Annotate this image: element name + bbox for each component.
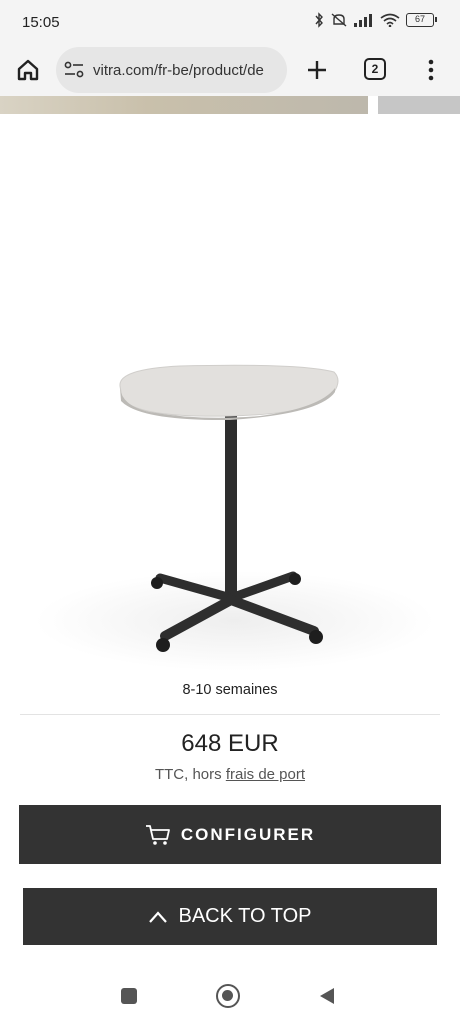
back-to-top-button[interactable]: BACK TO TOP (23, 888, 437, 945)
tab-switcher-button[interactable]: 2 (364, 58, 386, 80)
tax-note-text: TTC, hors (154, 766, 222, 783)
carousel-image-next[interactable] (378, 96, 460, 114)
bluetooth-icon (315, 12, 323, 28)
configure-label: CONFIGURER (180, 824, 316, 844)
more-options-icon[interactable] (424, 56, 438, 84)
status-bar: 15:05 67 (0, 0, 460, 44)
divider (20, 714, 440, 715)
image-carousel-strip[interactable] (0, 96, 460, 116)
browser-toolbar: vitra.com/fr-be/product/de 2 (0, 44, 460, 96)
site-settings-icon[interactable] (64, 61, 84, 79)
chevron-up-icon (149, 910, 168, 923)
cart-icon (145, 824, 170, 845)
back-to-top-label: BACK TO TOP (178, 905, 312, 927)
carousel-image-previous[interactable] (0, 96, 368, 114)
url-text[interactable]: vitra.com/fr-be/product/de (93, 62, 281, 79)
home-nav-icon[interactable] (216, 984, 240, 1008)
tax-note: TTC, hors frais de port (0, 766, 460, 783)
new-tab-icon[interactable] (303, 56, 331, 84)
status-icons: 67 (314, 12, 437, 28)
shipping-costs-link[interactable]: frais de port (226, 766, 305, 783)
delivery-time: 8-10 semaines (182, 682, 278, 698)
home-icon[interactable] (14, 56, 42, 84)
mute-icon (331, 13, 347, 27)
wifi-icon (380, 13, 400, 27)
address-bar[interactable]: vitra.com/fr-be/product/de (56, 47, 287, 93)
recent-apps-icon[interactable] (121, 988, 137, 1004)
back-nav-icon[interactable] (318, 986, 336, 1006)
product-price: 648 EUR (181, 730, 279, 757)
configure-button[interactable]: CONFIGURER (19, 805, 441, 864)
product-image (0, 116, 460, 676)
status-time: 15:05 (22, 14, 60, 31)
battery-icon: 67 (406, 13, 437, 27)
system-navigation-bar (0, 964, 460, 1024)
table-illustration (35, 364, 435, 671)
signal-icon (354, 14, 372, 27)
